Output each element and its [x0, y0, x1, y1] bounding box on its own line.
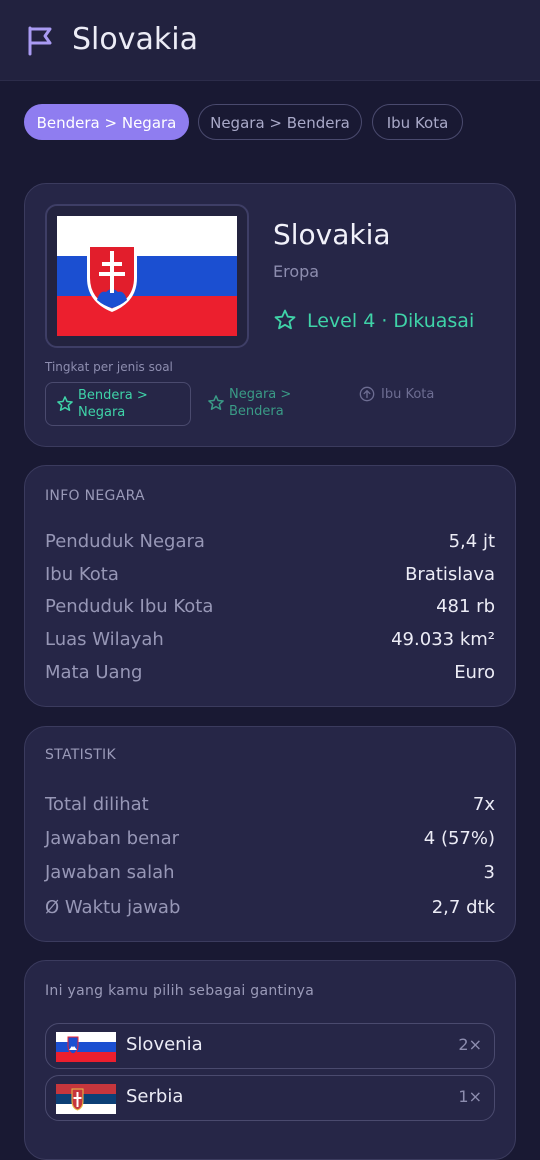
- app-header: Slovakia: [0, 0, 540, 81]
- type-level-country-to-flag[interactable]: Negara > Bendera: [197, 382, 343, 426]
- alternative-name: Serbia: [126, 1086, 184, 1107]
- type-level-label: Negara > Bendera: [229, 387, 292, 419]
- alternatives-card: Ini yang kamu pilih sebagai gantinya Slo…: [24, 960, 516, 1160]
- continent: Eropa: [273, 262, 320, 281]
- mastery-level: Level 4 · Dikuasai: [273, 308, 474, 332]
- stats-value: 7x: [472, 794, 495, 815]
- tab-country-to-flag[interactable]: Negara > Bendera: [198, 104, 362, 140]
- info-label: Penduduk Ibu Kota: [45, 596, 214, 617]
- country-name: Slovakia: [273, 218, 391, 251]
- star-icon: [274, 309, 296, 330]
- info-value: Euro: [454, 662, 495, 683]
- info-row: Ibu Kota Bratislava: [45, 564, 495, 592]
- country-card: Slovakia Eropa Level 4 · Dikuasai Tingka…: [24, 183, 516, 447]
- stats-value: 2,7 dtk: [431, 897, 495, 918]
- flag-icon: [28, 26, 52, 56]
- type-level-capital[interactable]: Ibu Kota: [349, 382, 495, 426]
- alternative-count: 1×: [458, 1087, 482, 1106]
- info-section-title: INFO NEGARA: [45, 488, 145, 504]
- info-label: Ibu Kota: [45, 564, 119, 585]
- info-value: 5,4 jt: [448, 531, 495, 552]
- tab-capital[interactable]: Ibu Kota: [372, 104, 463, 140]
- alternative-item-slovenia[interactable]: Slovenia 2×: [45, 1023, 495, 1069]
- type-level-label: Ibu Kota: [381, 387, 435, 402]
- alternatives-title: Ini yang kamu pilih sebagai gantinya: [45, 983, 315, 999]
- stats-row: Total dilihat 7x: [45, 794, 495, 822]
- arrow-up-circle-icon: [359, 386, 375, 402]
- info-value: 481 rb: [436, 596, 495, 617]
- info-row: Luas Wilayah 49.033 km²: [45, 629, 495, 657]
- type-level-label: Bendera > Negara: [78, 388, 148, 420]
- stats-label: Ø Waktu jawab: [45, 897, 181, 918]
- info-row: Mata Uang Euro: [45, 662, 495, 690]
- mastery-level-text: Level 4 · Dikuasai: [307, 310, 475, 332]
- star-icon: [57, 396, 73, 411]
- info-row: Penduduk Negara 5,4 jt: [45, 531, 495, 559]
- alternative-name: Slovenia: [126, 1034, 203, 1055]
- level-by-type-label: Tingkat per jenis soal: [45, 360, 173, 374]
- stats-section-title: STATISTIK: [45, 747, 116, 763]
- info-label: Mata Uang: [45, 662, 143, 683]
- alternative-item-serbia[interactable]: Serbia 1×: [45, 1075, 495, 1121]
- info-label: Penduduk Negara: [45, 531, 205, 552]
- stats-label: Total dilihat: [45, 794, 149, 815]
- info-value: Bratislava: [405, 564, 495, 585]
- page-title: Slovakia: [72, 22, 198, 57]
- stats-label: Jawaban salah: [45, 862, 175, 883]
- stats-row: Jawaban salah 3: [45, 862, 495, 890]
- alternative-count: 2×: [458, 1035, 482, 1054]
- info-value: 49.033 km²: [391, 629, 495, 650]
- tab-flag-to-country[interactable]: Bendera > Negara: [24, 104, 189, 140]
- slovenia-flag: [56, 1032, 116, 1062]
- stats-row: Ø Waktu jawab 2,7 dtk: [45, 897, 495, 925]
- stats-row: Jawaban benar 4 (57%): [45, 828, 495, 856]
- serbia-flag: [56, 1084, 116, 1114]
- stats-card: STATISTIK Total dilihat 7x Jawaban benar…: [24, 726, 516, 942]
- flag-frame: [45, 204, 249, 348]
- info-label: Luas Wilayah: [45, 629, 164, 650]
- star-icon: [208, 395, 224, 410]
- info-row: Penduduk Ibu Kota 481 rb: [45, 596, 495, 624]
- stats-value: 4 (57%): [423, 828, 495, 849]
- info-card: INFO NEGARA Penduduk Negara 5,4 jt Ibu K…: [24, 465, 516, 707]
- stats-value: 3: [483, 862, 495, 883]
- type-level-flag-to-country[interactable]: Bendera > Negara: [45, 382, 191, 426]
- stats-label: Jawaban benar: [45, 828, 180, 849]
- slovakia-flag: [57, 216, 237, 336]
